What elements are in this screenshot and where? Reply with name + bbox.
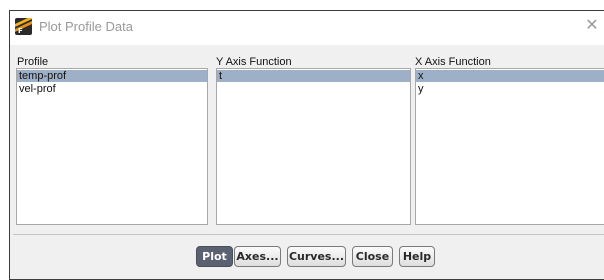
- title-bar[interactable]: F Plot Profile Data ✕: [10, 11, 604, 45]
- close-icon[interactable]: ✕: [582, 15, 602, 35]
- y-axis-function-listbox[interactable]: t: [216, 68, 411, 225]
- y-axis-function-label: Y Axis Function: [216, 56, 292, 68]
- axes-button[interactable]: Axes...: [234, 246, 281, 267]
- x-axis-item-y[interactable]: y: [416, 83, 604, 95]
- fluent-app-icon: F: [15, 18, 32, 35]
- profile-item-temp-prof[interactable]: temp-prof: [17, 70, 207, 82]
- plot-profile-data-dialog: F Plot Profile Data ✕ Profile temp-prof …: [9, 10, 604, 280]
- x-axis-item-x[interactable]: x: [416, 70, 604, 82]
- window-title: Plot Profile Data: [39, 19, 133, 34]
- profile-listbox[interactable]: temp-prof vel-prof: [16, 68, 208, 225]
- curves-button[interactable]: Curves...: [287, 246, 346, 267]
- profile-item-vel-prof[interactable]: vel-prof: [17, 83, 207, 95]
- x-axis-function-listbox[interactable]: x y: [415, 68, 604, 225]
- close-button[interactable]: Close: [352, 246, 393, 267]
- y-axis-item-t[interactable]: t: [217, 70, 410, 82]
- x-axis-function-label: X Axis Function: [415, 56, 491, 68]
- plot-button[interactable]: Plot: [196, 246, 233, 267]
- button-divider: [13, 234, 604, 235]
- profile-label: Profile: [17, 56, 49, 68]
- help-button[interactable]: Help: [399, 246, 435, 267]
